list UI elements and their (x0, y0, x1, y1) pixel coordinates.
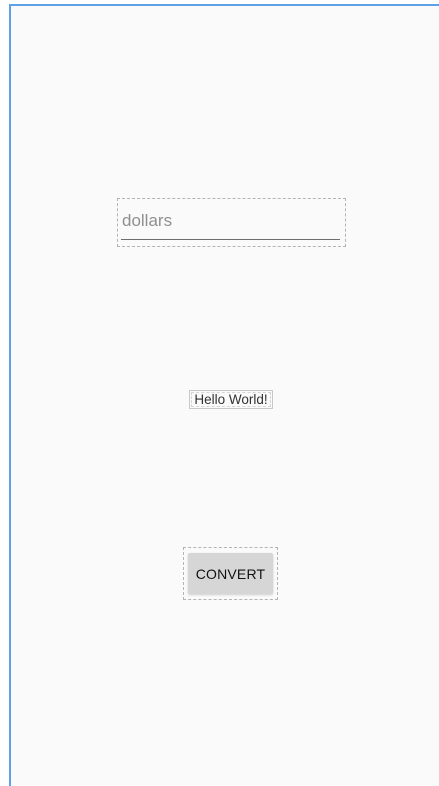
convert-button-bounds: CONVERT (183, 547, 278, 600)
dollars-input[interactable] (121, 202, 340, 240)
convert-button[interactable]: CONVERT (188, 553, 273, 594)
dollars-input-bounds (117, 198, 346, 247)
app-screen: Hello World! CONVERT (9, 4, 439, 786)
result-text: Hello World! (189, 390, 273, 409)
